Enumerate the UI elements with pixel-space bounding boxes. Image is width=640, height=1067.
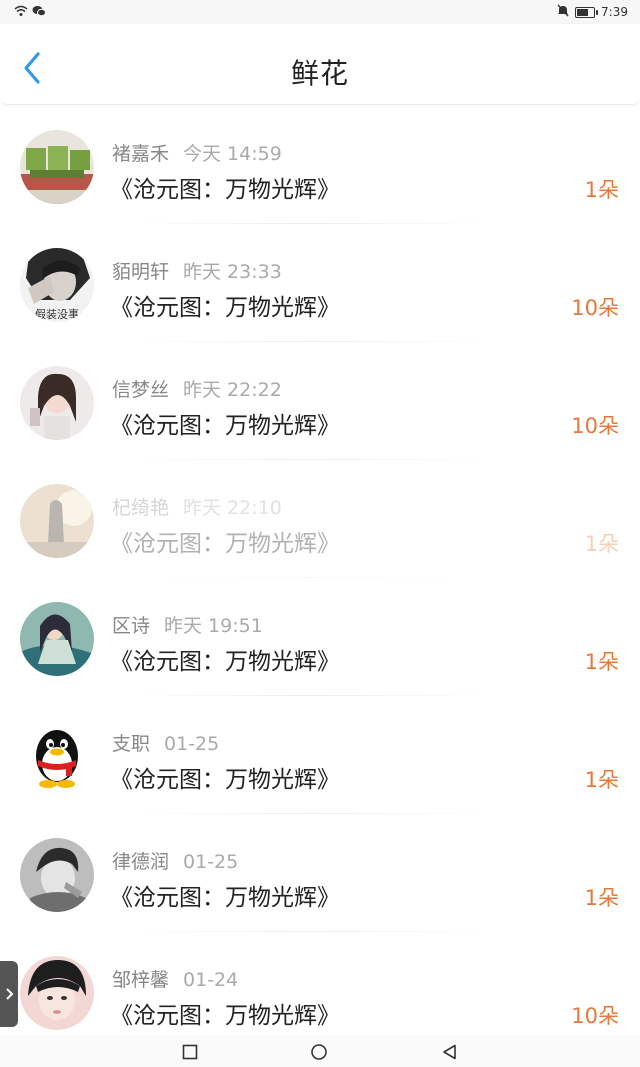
flower-count: 10朵	[571, 1004, 619, 1028]
flower-count: 1朵	[584, 178, 619, 202]
flower-count: 10朵	[571, 414, 619, 438]
send-time: 01-25	[183, 851, 239, 873]
sender-name: 貊明轩	[112, 261, 170, 283]
avatar	[20, 956, 94, 1030]
list-item[interactable]: 褚嘉禾 今天 14:59 《沧元图：万物光辉》 1朵	[0, 106, 640, 224]
list-item[interactable]: 邹梓馨 01-24 《沧元图：万物光辉》 10朵	[0, 932, 640, 1050]
battery-fill	[577, 8, 588, 16]
mute-icon	[557, 4, 569, 20]
list-item[interactable]: 区诗 昨天 19:51 《沧元图：万物光辉》 1朵	[0, 578, 640, 696]
list-item[interactable]: 信梦丝 昨天 22:22 《沧元图：万物光辉》 10朵	[0, 342, 640, 460]
list-item[interactable]: 支职 01-25 《沧元图：万物光辉》 1朵	[0, 696, 640, 814]
sender-line: 律德润 01-25	[112, 847, 238, 874]
sender-name: 律德润	[112, 851, 170, 873]
wifi-icon	[14, 5, 28, 20]
list-item[interactable]: 假装没事 貊明轩 昨天 23:33 《沧元图：万物光辉》 10朵	[0, 224, 640, 342]
page-title: 鲜花	[290, 57, 349, 90]
avatar	[20, 602, 94, 676]
avatar	[20, 130, 94, 204]
sender-line: 貊明轩 昨天 23:33	[112, 257, 282, 284]
send-time: 昨天 19:51	[164, 615, 263, 637]
sender-line: 杞绮艳 昨天 22:10	[112, 493, 282, 520]
header-bar: 鲜花	[0, 24, 640, 105]
status-left	[14, 5, 46, 20]
flower-record-list: 褚嘉禾 今天 14:59 《沧元图：万物光辉》 1朵 假装没事 貊明轩 昨天 23:…	[0, 106, 640, 1050]
flower-count: 1朵	[584, 886, 619, 910]
avatar	[20, 838, 94, 912]
system-nav-bar	[0, 1035, 640, 1067]
send-time: 01-25	[164, 733, 220, 755]
book-title: 《沧元图：万物光辉》	[110, 295, 340, 321]
book-title: 《沧元图：万物光辉》	[110, 531, 340, 557]
avatar	[20, 366, 94, 440]
back-triangle-icon	[443, 1044, 456, 1060]
battery-icon	[575, 6, 599, 18]
sender-line: 信梦丝 昨天 22:22	[112, 375, 282, 402]
sender-line: 褚嘉禾 今天 14:59	[112, 139, 282, 166]
sender-name: 邹梓馨	[112, 969, 170, 991]
home-button[interactable]	[310, 1043, 328, 1061]
flower-count: 1朵	[584, 768, 619, 792]
sender-name: 支职	[112, 733, 151, 755]
book-title: 《沧元图：万物光辉》	[110, 1003, 340, 1029]
penguin-avatar	[20, 720, 94, 794]
status-bar: 7:39	[0, 0, 640, 24]
book-title: 《沧元图：万物光辉》	[110, 413, 340, 439]
home-circle-icon	[311, 1044, 327, 1060]
sender-line: 邹梓馨 01-24	[112, 965, 238, 992]
flower-count: 1朵	[584, 650, 619, 674]
recents-square-icon	[182, 1044, 198, 1060]
avatar	[20, 484, 94, 558]
send-time: 今天 14:59	[183, 143, 282, 165]
avatar: 假装没事	[20, 248, 94, 322]
flower-count: 10朵	[571, 296, 619, 320]
book-title: 《沧元图：万物光辉》	[110, 885, 340, 911]
wechat-icon	[32, 5, 46, 20]
book-title: 《沧元图：万物光辉》	[110, 767, 340, 793]
sender-name: 褚嘉禾	[112, 143, 170, 165]
avatar-overlay-text: 假装没事	[35, 307, 79, 321]
status-time: 7:39	[601, 5, 628, 19]
list-item[interactable]: 杞绮艳 昨天 22:10 《沧元图：万物光辉》 1朵	[0, 460, 640, 578]
book-title: 《沧元图：万物光辉》	[110, 649, 340, 675]
status-right: 7:39	[557, 4, 628, 20]
send-time: 昨天 22:10	[183, 497, 282, 519]
list-item[interactable]: 律德润 01-25 《沧元图：万物光辉》 1朵	[0, 814, 640, 932]
send-time: 01-24	[183, 969, 239, 991]
side-expand-tab[interactable]	[0, 961, 18, 1027]
send-time: 昨天 22:22	[183, 379, 282, 401]
sender-name: 信梦丝	[112, 379, 170, 401]
chevron-right-icon	[6, 988, 14, 1000]
sender-name: 区诗	[112, 615, 151, 637]
flower-count: 1朵	[584, 532, 619, 556]
sender-name: 杞绮艳	[112, 497, 170, 519]
nav-back-button[interactable]	[441, 1043, 459, 1061]
sender-line: 区诗 昨天 19:51	[112, 611, 263, 638]
send-time: 昨天 23:33	[183, 261, 282, 283]
recents-button[interactable]	[181, 1043, 199, 1061]
book-title: 《沧元图：万物光辉》	[110, 177, 340, 203]
sender-line: 支职 01-25	[112, 729, 219, 756]
